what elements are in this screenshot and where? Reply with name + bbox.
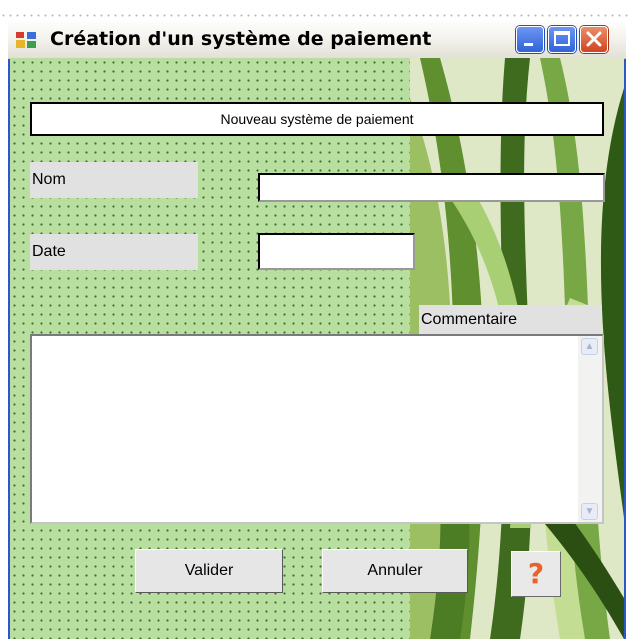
scroll-up-arrow-icon[interactable]: ▲	[581, 338, 598, 355]
close-button[interactable]	[580, 26, 608, 53]
app-icon	[16, 32, 36, 48]
dialog-window: Création d'un système de paiement Nouvea…	[8, 20, 626, 639]
valider-button[interactable]: Valider	[135, 549, 283, 593]
vertical-scrollbar[interactable]: ▲ ▼	[578, 336, 602, 522]
minimize-icon	[524, 43, 533, 46]
commentaire-text	[32, 336, 602, 344]
form-client-area: Nouveau système de paiement Nom Date Com…	[10, 58, 624, 639]
maximize-button[interactable]	[548, 26, 576, 53]
form-header-label: Nouveau système de paiement	[30, 102, 604, 136]
desktop-strip	[0, 0, 628, 20]
date-input[interactable]	[258, 233, 415, 270]
commentaire-textarea[interactable]: ▲ ▼	[30, 334, 604, 524]
nom-label: Nom	[30, 162, 198, 198]
date-label: Date	[30, 234, 198, 270]
nom-input[interactable]	[258, 173, 605, 202]
scroll-down-arrow-icon[interactable]: ▼	[581, 503, 598, 520]
title-bar[interactable]: Création d'un système de paiement	[8, 20, 626, 59]
window-title: Création d'un système de paiement	[50, 28, 432, 50]
minimize-button[interactable]	[516, 26, 544, 53]
commentaire-label: Commentaire	[419, 305, 602, 335]
help-button[interactable]: ?	[511, 551, 561, 597]
close-icon	[586, 31, 602, 47]
annuler-button[interactable]: Annuler	[322, 549, 468, 593]
help-question-icon: ?	[527, 557, 545, 590]
